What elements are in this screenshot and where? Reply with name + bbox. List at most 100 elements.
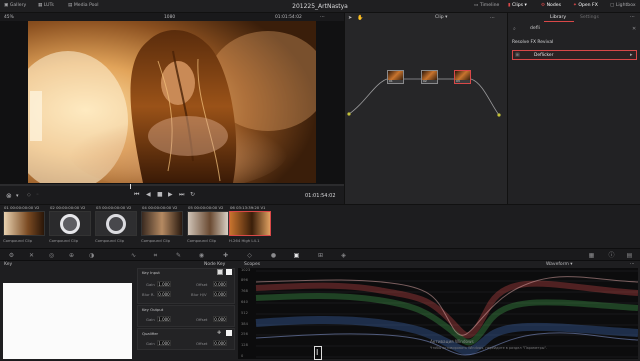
scope-mode-select[interactable]: Waveform ▾ bbox=[546, 262, 573, 267]
openfx-library-panel: Library Settings ⋯ ⌕ defli ✕ Resolve FX … bbox=[507, 13, 640, 204]
output-gain-field[interactable]: 1.000 bbox=[157, 316, 171, 322]
scopes-toggle-icon[interactable]: ▦ bbox=[588, 252, 595, 259]
color-wheels-icon[interactable]: ◎ bbox=[48, 252, 55, 259]
clip-3-header: 03 00:00:00:00 V2 bbox=[96, 205, 131, 210]
viewer-mode-chevron-icon[interactable]: ▾ bbox=[16, 193, 19, 199]
viewer-mode-icon[interactable]: ⊗ bbox=[6, 192, 12, 200]
stop-icon[interactable]: ■ bbox=[157, 191, 163, 198]
clip-3-thumbnail[interactable] bbox=[95, 211, 137, 236]
waveform-scope: 1023 896 768 640 512 384 256 128 0 Актив… bbox=[238, 268, 639, 359]
loop-icon[interactable]: ◦ bbox=[36, 192, 39, 198]
rgb-mixer-icon[interactable]: ⊕ bbox=[68, 252, 75, 259]
blur-r-field[interactable]: 0.000 bbox=[157, 291, 171, 297]
color-match-icon[interactable]: ✕ bbox=[28, 252, 35, 259]
timeline-button[interactable]: ▭ Timeline bbox=[474, 3, 499, 8]
ring-light-image bbox=[106, 214, 126, 234]
tick-1023: 1023 bbox=[241, 268, 251, 272]
output-offset-field[interactable]: 0.000 bbox=[213, 316, 227, 322]
key-icon[interactable]: ▣ bbox=[293, 252, 300, 259]
offset-field[interactable]: 0.000 bbox=[213, 281, 227, 287]
camera-raw-icon[interactable]: ⚙ bbox=[8, 252, 15, 259]
qualifier-add-icon[interactable]: ✚ bbox=[217, 330, 221, 336]
viewer-header: 45% 1080 01:01:54:02 ⋯ bbox=[0, 13, 344, 21]
clip-3-track: V2 bbox=[126, 205, 132, 210]
viewer-frame-image[interactable] bbox=[28, 21, 316, 183]
clip-5-index: 05 bbox=[188, 205, 193, 210]
clip-2-thumbnail[interactable] bbox=[49, 211, 91, 236]
clip-6-header: 06 03:13:39:20 V1 bbox=[230, 205, 265, 210]
color-warper-icon[interactable]: ⌗ bbox=[152, 252, 159, 259]
output-offset-label: Offset bbox=[196, 317, 208, 322]
node-02-label: 02 bbox=[423, 79, 427, 83]
3d-icon[interactable]: ◈ bbox=[340, 252, 347, 259]
nodes-label: Nodes bbox=[546, 3, 561, 8]
node-01[interactable]: 01 bbox=[387, 70, 404, 84]
library-menu-icon[interactable]: ⋯ bbox=[630, 14, 635, 20]
qualifier-gain-field[interactable]: 1.000 bbox=[157, 340, 171, 346]
node-editor[interactable]: ➤ ✋ Clip ▾ ⋯ 01 02 03 bbox=[344, 13, 507, 204]
skip-forward-icon[interactable]: ⏭ bbox=[179, 191, 184, 199]
window-icon[interactable]: ◉ bbox=[198, 252, 205, 259]
nodes-button[interactable]: ⚙ Nodes bbox=[541, 3, 561, 8]
deflicker-item[interactable]: ▣ Deflicker ▸ bbox=[512, 50, 637, 60]
qualifier-offset-field[interactable]: 0.000 bbox=[213, 340, 227, 346]
tick-256: 256 bbox=[241, 332, 248, 336]
tick-512: 512 bbox=[241, 311, 248, 315]
curves-icon[interactable]: ∿ bbox=[130, 252, 137, 259]
search-input[interactable]: defli bbox=[530, 26, 540, 31]
scrub-bar[interactable] bbox=[0, 184, 344, 186]
magic-mask-icon[interactable]: ◇ bbox=[246, 252, 253, 259]
viewer-timecode-bottom: 01:01:54:02 bbox=[305, 193, 336, 199]
clip-4-thumbnail[interactable] bbox=[141, 211, 183, 236]
node-02[interactable]: 02 bbox=[421, 70, 438, 84]
qualifier-invert-swatch[interactable] bbox=[226, 330, 232, 336]
blur-icon[interactable]: ● bbox=[270, 252, 277, 259]
node-01-label: 01 bbox=[389, 79, 393, 83]
clip-6-thumbnail[interactable] bbox=[229, 211, 271, 236]
qualifier-icon[interactable]: ✎ bbox=[175, 252, 182, 259]
clip-5-thumbnail[interactable] bbox=[187, 211, 229, 236]
viewer-panel bbox=[0, 21, 344, 184]
zoom-level[interactable]: 45% bbox=[4, 15, 14, 20]
tab-library[interactable]: Library bbox=[550, 15, 566, 20]
clip-4-index: 04 bbox=[142, 205, 147, 210]
tick-128: 128 bbox=[241, 343, 248, 347]
key-input-white-swatch[interactable] bbox=[217, 269, 223, 275]
activation-watermark-text: Чтобы активировать Windows, перейдите в … bbox=[430, 346, 548, 350]
scopes-menu-icon[interactable]: ⋯ bbox=[630, 262, 635, 267]
clip-1-thumbnail[interactable] bbox=[3, 211, 45, 236]
open-fx-label: Open FX bbox=[578, 3, 598, 8]
panel-menu-icon[interactable]: ▤ bbox=[626, 252, 633, 259]
clip-2-index: 02 bbox=[50, 205, 55, 210]
sizing-icon[interactable]: ⊞ bbox=[317, 252, 324, 259]
play-reverse-icon[interactable]: ◀ bbox=[146, 191, 151, 198]
deflicker-expand-icon[interactable]: ▸ bbox=[630, 52, 633, 58]
tracker-icon[interactable]: ✚ bbox=[222, 252, 229, 259]
lightbox-label: Lightbox bbox=[615, 3, 636, 8]
tick-768: 768 bbox=[241, 289, 248, 293]
skip-back-icon[interactable]: ⏮ bbox=[134, 191, 139, 199]
tick-640: 640 bbox=[241, 300, 248, 304]
open-fx-button[interactable]: ✦ Open FX bbox=[573, 3, 598, 8]
clip-4-header: 04 00:00:00:00 V2 bbox=[142, 205, 177, 210]
blur-hv-field[interactable]: 0.000 bbox=[213, 291, 227, 297]
play-icon[interactable]: ▶ bbox=[168, 191, 173, 198]
loop-playback-icon[interactable]: ↻ bbox=[190, 191, 195, 198]
output-gain-label: Gain bbox=[146, 317, 155, 322]
lightbox-button[interactable]: ▢ Lightbox bbox=[610, 3, 636, 8]
node-connections bbox=[347, 78, 501, 117]
tab-settings[interactable]: Settings bbox=[580, 15, 599, 20]
key-input-invert-swatch[interactable] bbox=[226, 269, 232, 275]
clips-button[interactable]: ▮ Clips ▾ bbox=[508, 3, 527, 8]
search-clear-icon[interactable]: ✕ bbox=[632, 26, 636, 32]
gain-field[interactable]: 1.000 bbox=[157, 281, 171, 287]
portrait-frame-illustration bbox=[28, 21, 316, 183]
playhead[interactable] bbox=[130, 184, 131, 189]
motion-effects-icon[interactable]: ◑ bbox=[88, 252, 95, 259]
info-icon[interactable]: ⓘ bbox=[608, 252, 615, 259]
node-03[interactable]: 03 bbox=[454, 70, 471, 84]
bypass-icon[interactable]: ◇ bbox=[27, 192, 31, 198]
clip-2-header: 02 00:00:00:00 V2 bbox=[50, 205, 85, 210]
viewer-menu-icon[interactable]: ⋯ bbox=[320, 14, 325, 20]
clip-2-timecode: 00:00:00:00 bbox=[56, 205, 80, 210]
